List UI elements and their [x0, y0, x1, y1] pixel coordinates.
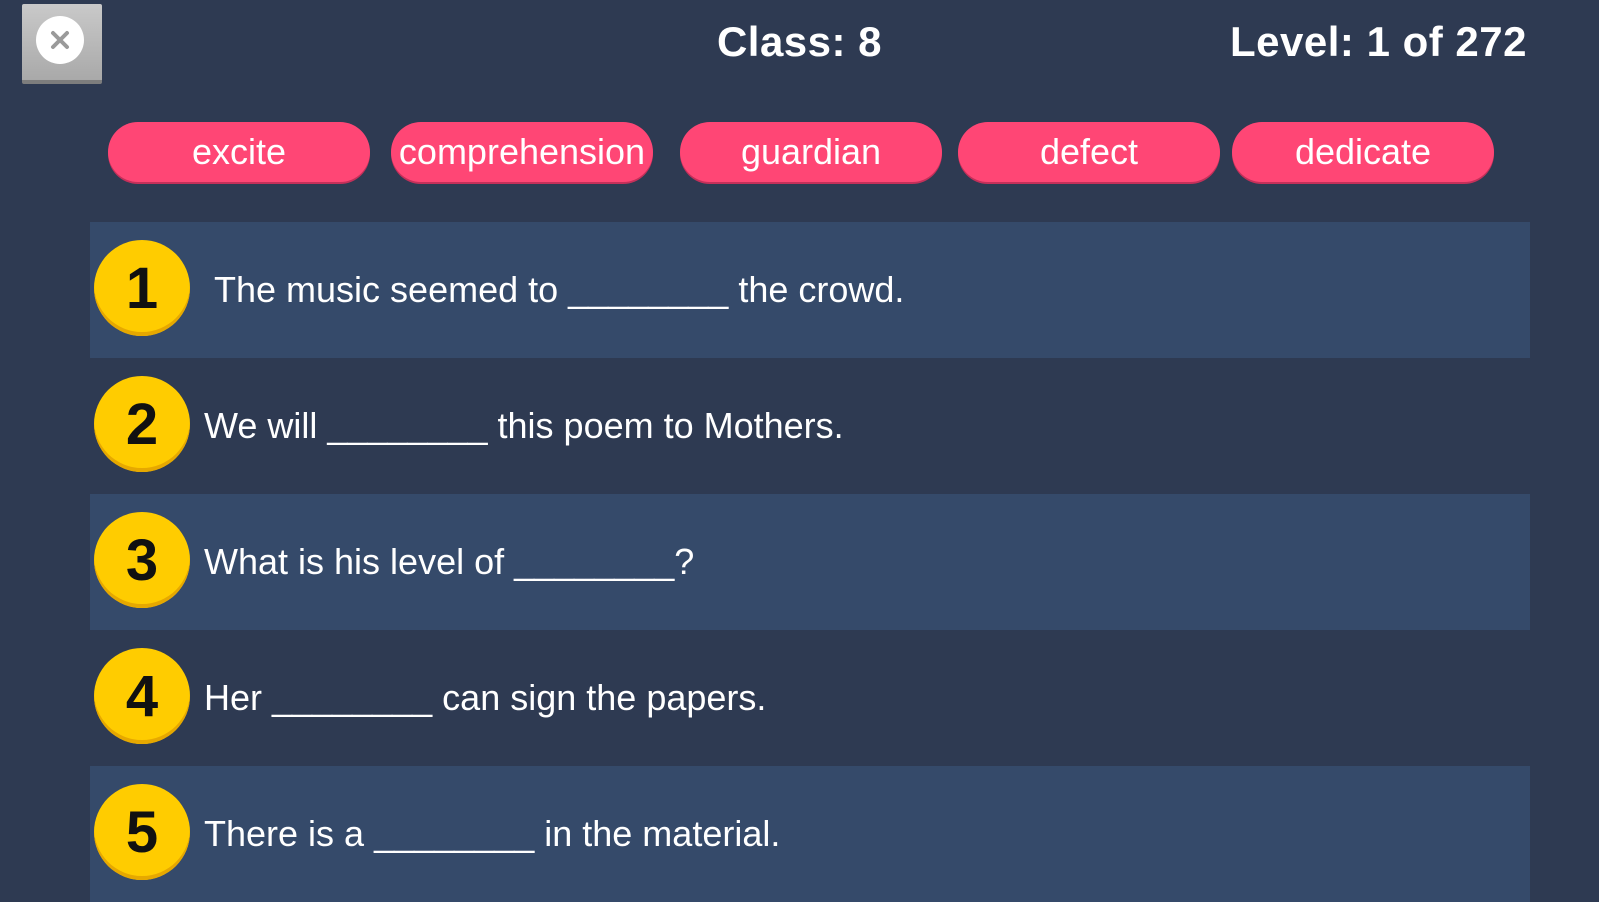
- question-sentence[interactable]: What is his level of ________?: [204, 494, 694, 630]
- question-row: 2 We will ________ this poem to Mothers.: [90, 358, 1530, 494]
- question-number-badge: 1: [94, 240, 190, 336]
- question-row: 3 What is his level of ________?: [90, 494, 1530, 630]
- question-sentence[interactable]: There is a ________ in the material.: [204, 766, 780, 902]
- question-row: 1 The music seemed to ________ the crowd…: [90, 222, 1530, 358]
- question-sentence[interactable]: The music seemed to ________ the crowd.: [214, 222, 904, 358]
- question-sentence[interactable]: We will ________ this poem to Mothers.: [204, 358, 844, 494]
- word-option[interactable]: guardian: [680, 122, 942, 182]
- question-sentence[interactable]: Her ________ can sign the papers.: [204, 630, 766, 766]
- word-option[interactable]: excite: [108, 122, 370, 182]
- word-option[interactable]: defect: [958, 122, 1220, 182]
- word-option[interactable]: comprehension: [391, 122, 653, 182]
- question-number-badge: 2: [94, 376, 190, 472]
- word-option[interactable]: dedicate: [1232, 122, 1494, 182]
- question-row: 5 There is a ________ in the material.: [90, 766, 1530, 902]
- word-bank: excite comprehension guardian defect ded…: [0, 122, 1599, 184]
- question-number-badge: 3: [94, 512, 190, 608]
- question-number-badge: 5: [94, 784, 190, 880]
- level-label: Level: 1 of 272: [1230, 18, 1527, 65]
- question-list: 1 The music seemed to ________ the crowd…: [90, 222, 1530, 902]
- question-number-badge: 4: [94, 648, 190, 744]
- question-row: 4 Her ________ can sign the papers.: [90, 630, 1530, 766]
